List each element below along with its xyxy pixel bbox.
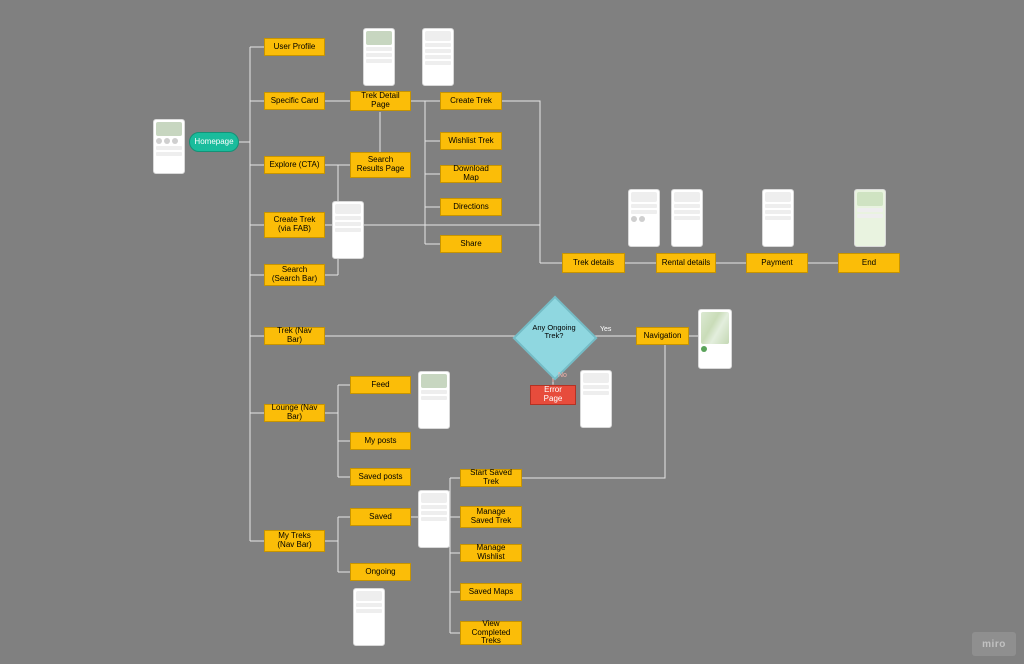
node-end[interactable]: End [838,253,900,273]
label: Manage Wishlist [465,544,517,562]
node-homepage[interactable]: Homepage [189,132,239,152]
label: Specific Card [271,97,319,106]
node-saved-maps[interactable]: Saved Maps [460,583,522,601]
mockup-navigation [698,309,732,369]
label: Directions [453,203,489,212]
label: My posts [364,437,396,446]
node-payment[interactable]: Payment [746,253,808,273]
diagram-canvas[interactable]: Homepage User Profile Specific Card Expl… [0,0,1024,664]
mockup-payment [762,189,794,247]
node-search-results[interactable]: Search Results Page [350,152,411,178]
label: Homepage [194,138,233,147]
node-error-page[interactable]: Error Page [530,385,576,405]
node-navigation[interactable]: Navigation [636,327,689,345]
label: Feed [371,381,389,390]
label: Saved [369,513,392,522]
edge-yes: Yes [600,326,611,333]
node-trek-detail[interactable]: Trek Detail Page [350,91,411,111]
node-explore-cta[interactable]: Explore (CTA) [264,156,325,174]
node-rental-details[interactable]: Rental details [656,253,716,273]
mockup-end [854,189,886,247]
label: Saved Maps [469,588,513,597]
label: View Completed Treks [465,620,517,646]
mockup-trek-details [628,189,660,247]
decision-label: Any Ongoing Trek? [524,324,584,341]
mockup-ongoing [353,588,385,646]
label: Rental details [662,259,710,268]
mockup-search [332,201,364,259]
node-start-saved-trek[interactable]: Start Saved Trek [460,469,522,487]
mockup-homepage [153,119,185,174]
node-search-bar[interactable]: Search (Search Bar) [264,264,325,286]
label: Create Trek [450,97,492,106]
connector-lines [0,0,1024,664]
label: End [862,259,876,268]
mockup-create-trek [422,28,454,86]
mockup-feed [418,371,450,429]
label: Saved posts [358,473,402,482]
label: Trek Detail Page [355,92,406,110]
node-lounge-nav[interactable]: Lounge (Nav Bar) [264,404,325,422]
label: Navigation [644,332,682,341]
node-feed[interactable]: Feed [350,376,411,394]
node-share[interactable]: Share [440,235,502,253]
label: Error Page [535,386,571,404]
label: Start Saved Trek [465,469,517,487]
edge-no: No [558,372,567,379]
miro-watermark: miro [972,632,1016,656]
node-manage-saved-trek[interactable]: Manage Saved Trek [460,506,522,528]
node-create-trek-fab[interactable]: Create Trek (via FAB) [264,212,325,238]
mockup-error [580,370,612,428]
label: Create Trek (via FAB) [269,216,320,234]
watermark-label: miro [982,639,1006,650]
node-my-posts[interactable]: My posts [350,432,411,450]
mockup-rental-details [671,189,703,247]
mockup-saved [418,490,450,548]
node-create-trek[interactable]: Create Trek [440,92,502,110]
label: Explore (CTA) [269,161,319,170]
label: Wishlist Trek [448,137,493,146]
node-download-map[interactable]: Download Map [440,165,502,183]
node-user-profile[interactable]: User Profile [264,38,325,56]
node-ongoing[interactable]: Ongoing [350,563,411,581]
node-trek-nav[interactable]: Trek (Nav Bar) [264,327,325,345]
label: My Treks (Nav Bar) [269,532,320,550]
label: Lounge (Nav Bar) [269,404,320,422]
label: Share [460,240,481,249]
label: Manage Saved Trek [465,508,517,526]
node-saved[interactable]: Saved [350,508,411,526]
node-specific-card[interactable]: Specific Card [264,92,325,110]
label: Search (Search Bar) [269,266,320,284]
label: Search Results Page [355,156,406,174]
node-my-treks-nav[interactable]: My Treks (Nav Bar) [264,530,325,552]
node-manage-wishlist[interactable]: Manage Wishlist [460,544,522,562]
node-view-completed[interactable]: View Completed Treks [460,621,522,645]
label: User Profile [274,43,316,52]
node-trek-details[interactable]: Trek details [562,253,625,273]
label: Ongoing [365,568,395,577]
label: Trek details [573,259,614,268]
node-saved-posts[interactable]: Saved posts [350,468,411,486]
label: Payment [761,259,793,268]
node-directions[interactable]: Directions [440,198,502,216]
label: Download Map [445,165,497,183]
label: Trek (Nav Bar) [269,327,320,345]
node-wishlist-trek[interactable]: Wishlist Trek [440,132,502,150]
mockup-trek-detail [363,28,395,86]
